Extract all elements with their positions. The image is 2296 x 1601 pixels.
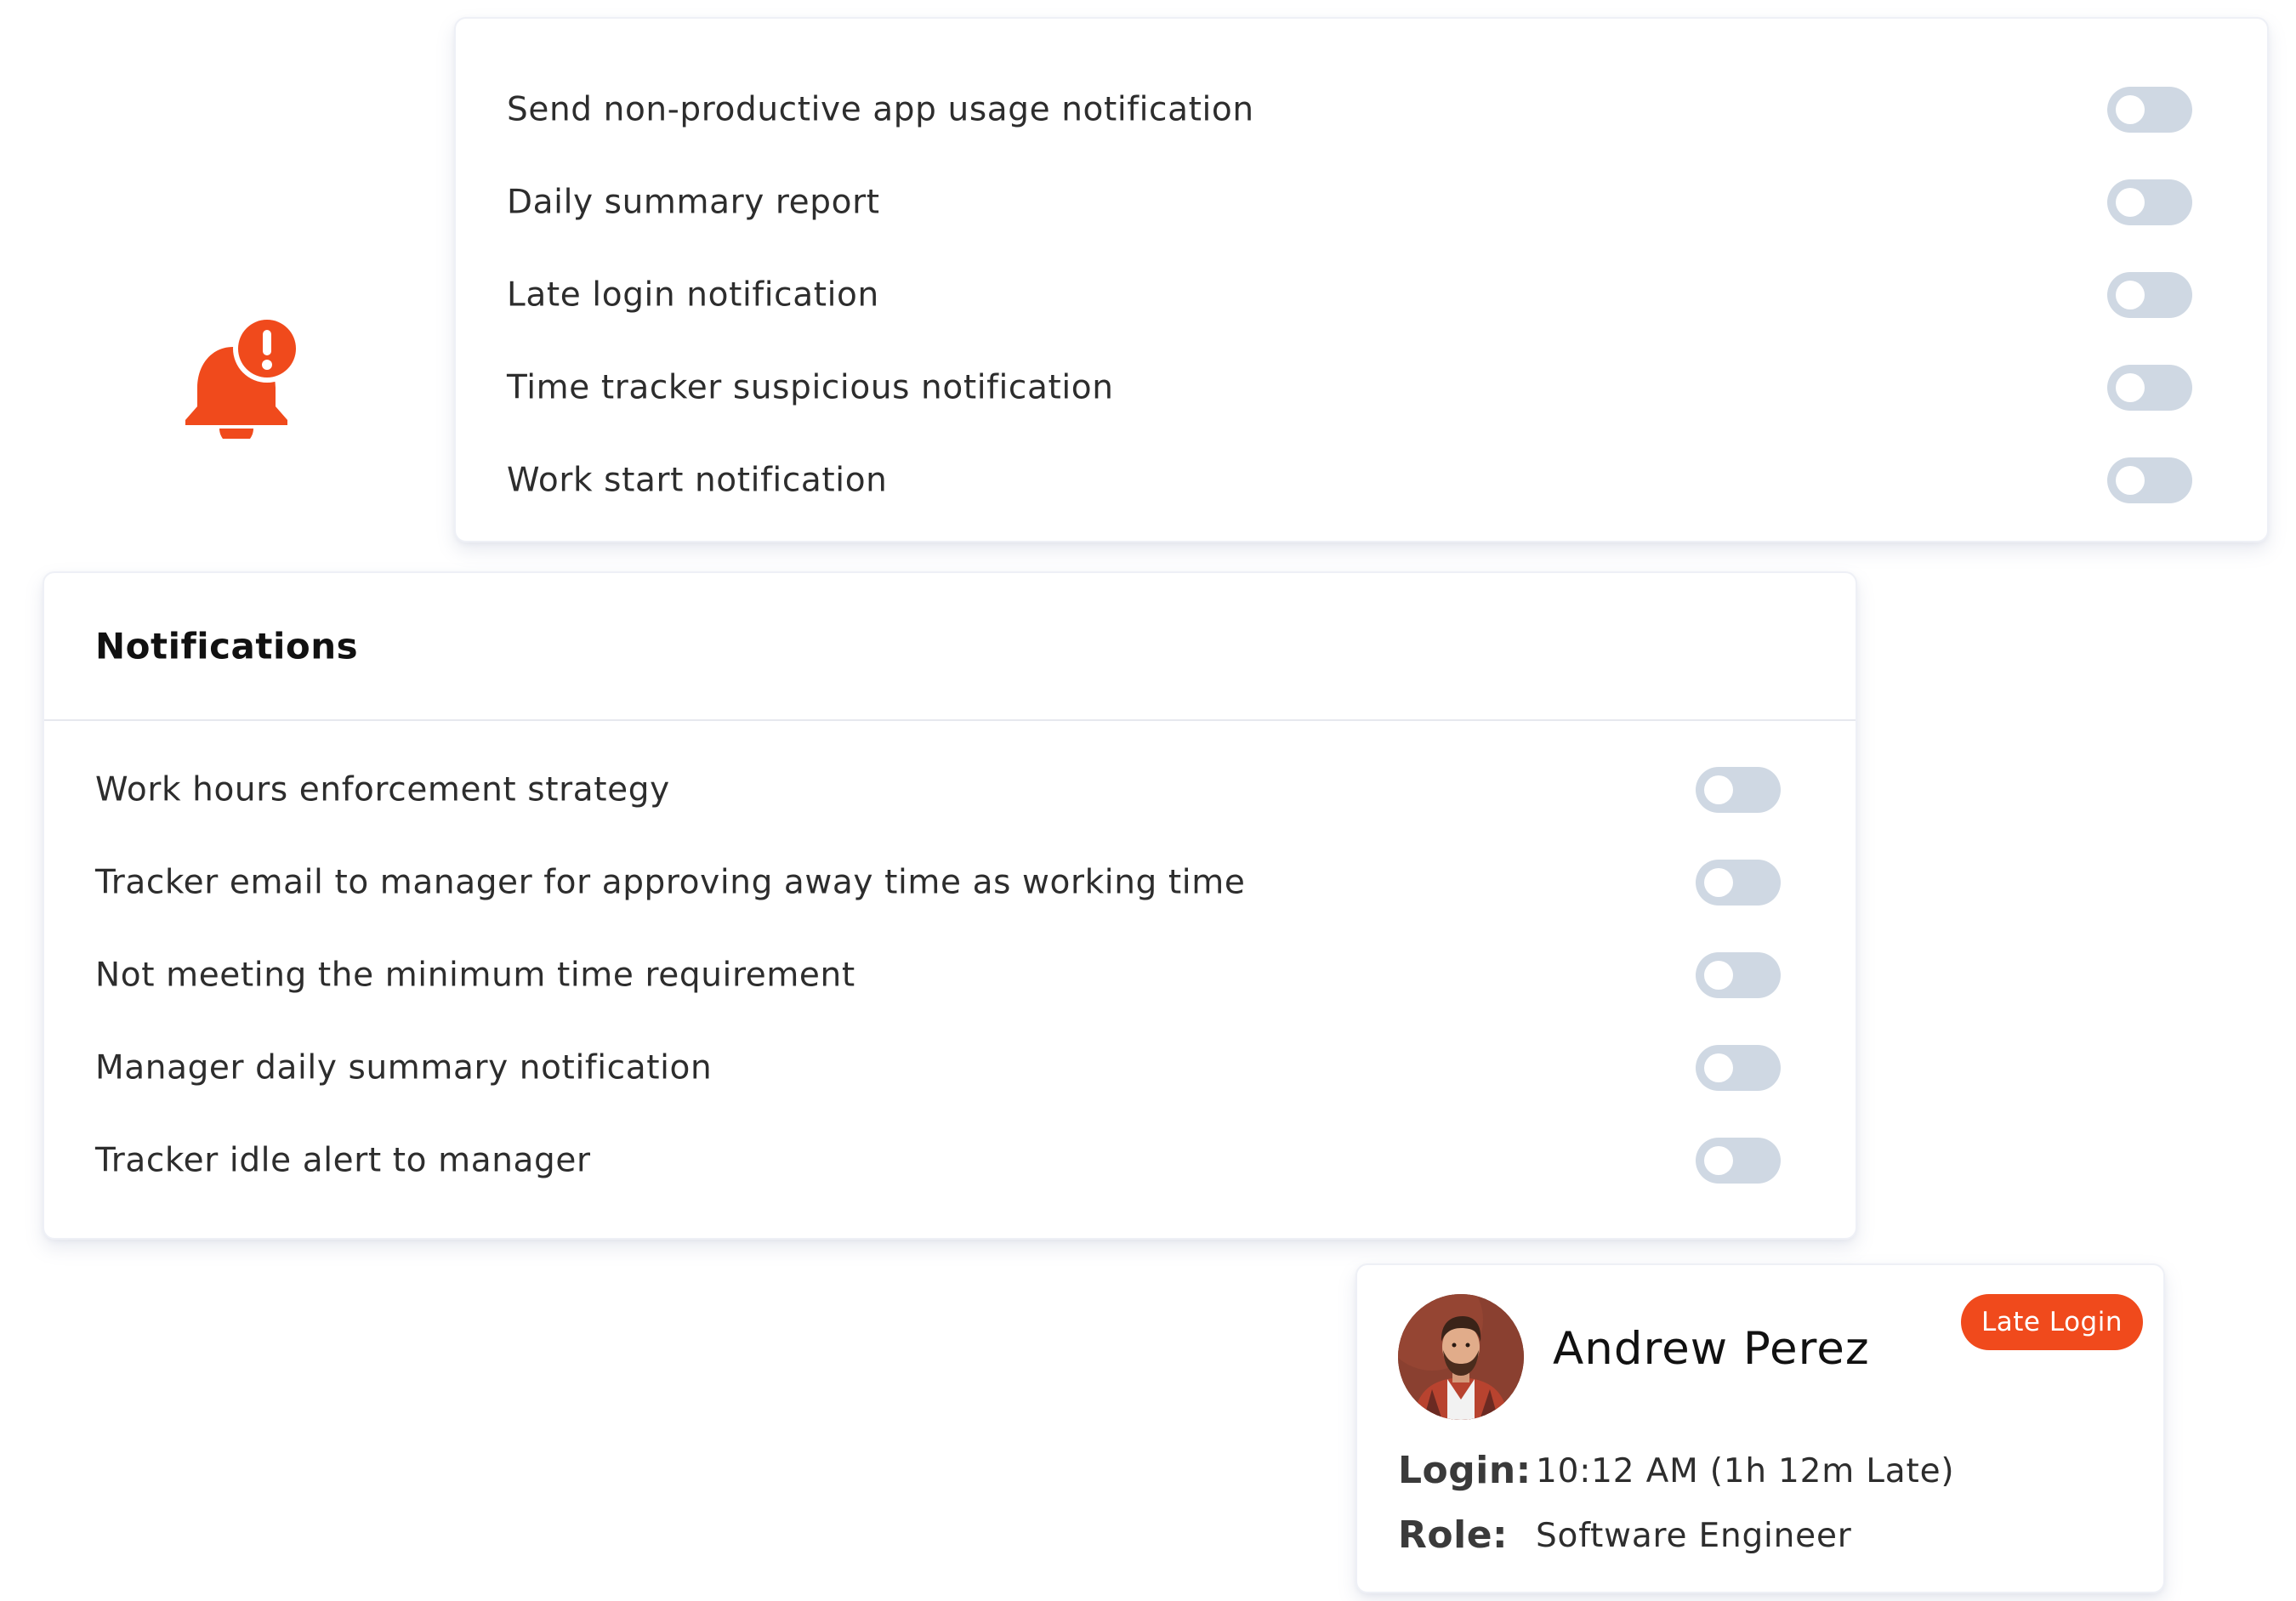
toggle-knob: [2116, 94, 2145, 124]
toggle-switch[interactable]: [2107, 271, 2192, 318]
setting-row: Daily summary report: [456, 156, 2267, 248]
card-title: Notifications: [95, 625, 359, 667]
role-label: Role:: [1398, 1513, 1509, 1557]
avatar: [1398, 1294, 1524, 1420]
setting-row: Not meeting the minimum time requirement: [44, 928, 1856, 1021]
bell-alert-icon: [177, 313, 303, 446]
login-label: Login:: [1398, 1449, 1532, 1492]
setting-row: Tracker email to manager for approving a…: [44, 836, 1856, 928]
toggle-switch[interactable]: [2107, 364, 2192, 411]
setting-label: Work start notification: [507, 461, 888, 499]
toggle-knob: [1704, 1053, 1733, 1082]
setting-row: Time tracker suspicious notification: [456, 341, 2267, 434]
toggle-switch[interactable]: [1696, 1044, 1781, 1091]
toggle-switch[interactable]: [1696, 1137, 1781, 1184]
toggle-knob: [1704, 960, 1733, 990]
toggle-knob: [1704, 775, 1733, 804]
status-badge: Late Login: [1961, 1294, 2143, 1350]
setting-label: Daily summary report: [507, 183, 880, 221]
card-header: Notifications: [44, 573, 1856, 721]
login-value: 10:12 AM (1h 12m Late): [1536, 1452, 1955, 1490]
toggle-switch[interactable]: [1696, 859, 1781, 906]
setting-label: Tracker email to manager for approving a…: [95, 863, 1246, 901]
setting-row: Manager daily summary notification: [44, 1021, 1856, 1114]
setting-label: Manager daily summary notification: [95, 1048, 713, 1087]
setting-row: Work hours enforcement strategy: [44, 743, 1856, 836]
setting-row: Tracker idle alert to manager: [44, 1114, 1856, 1206]
setting-label: Late login notification: [507, 275, 879, 314]
settings-card: Send non-productive app usage notificati…: [454, 17, 2269, 542]
setting-label: Time tracker suspicious notification: [507, 368, 1114, 406]
setting-row: Work start notification: [456, 434, 2267, 526]
employee-card: Andrew Perez Late Login Login: 10:12 AM …: [1355, 1263, 2165, 1593]
setting-label: Send non-productive app usage notificati…: [507, 90, 1254, 128]
toggle-knob: [2116, 465, 2145, 495]
toggle-switch[interactable]: [2107, 179, 2192, 225]
setting-label: Not meeting the minimum time requirement: [95, 956, 855, 994]
toggle-knob: [1704, 867, 1733, 897]
toggle-knob: [1704, 1145, 1733, 1175]
toggle-switch[interactable]: [2107, 457, 2192, 503]
setting-label: Tracker idle alert to manager: [95, 1141, 591, 1179]
employee-name: Andrew Perez: [1553, 1323, 1870, 1375]
setting-row: Send non-productive app usage notificati…: [456, 63, 2267, 156]
toggle-switch[interactable]: [2107, 86, 2192, 133]
toggle-switch[interactable]: [1696, 951, 1781, 998]
toggle-knob: [2116, 372, 2145, 402]
toggle-knob: [2116, 280, 2145, 309]
setting-label: Work hours enforcement strategy: [95, 770, 670, 809]
toggle-knob: [2116, 187, 2145, 217]
setting-row: Late login notification: [456, 248, 2267, 341]
notifications-card: Notifications Work hours enforcement str…: [43, 571, 1857, 1240]
toggle-switch[interactable]: [1696, 766, 1781, 813]
role-value: Software Engineer: [1536, 1517, 1852, 1555]
